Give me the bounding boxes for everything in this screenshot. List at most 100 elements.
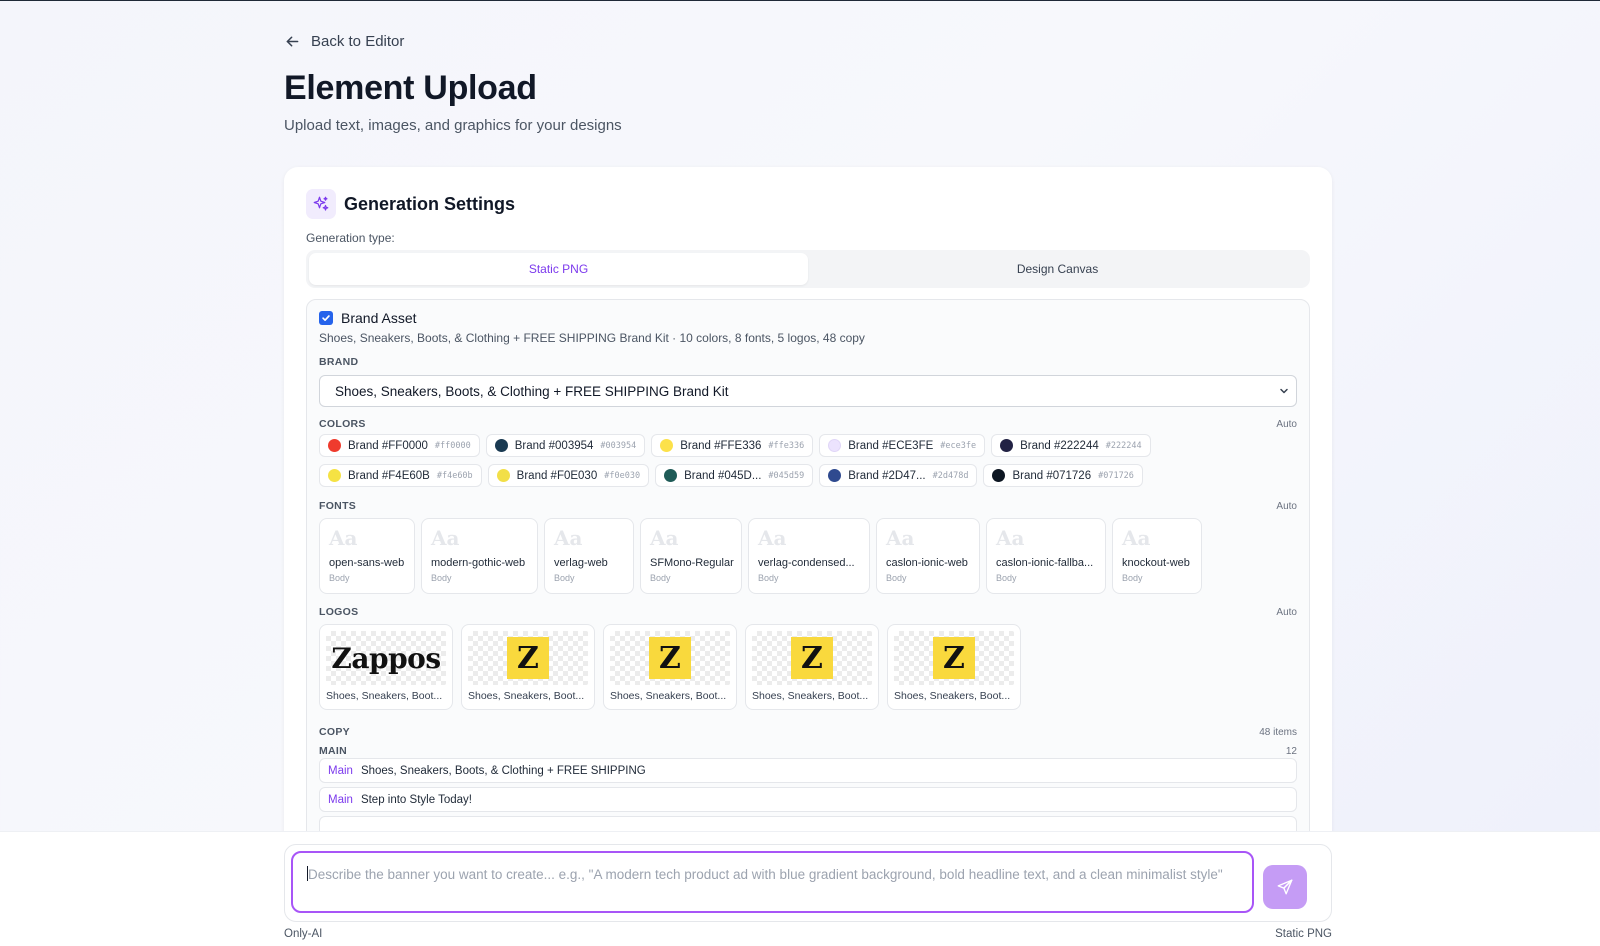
prompt-bar: Describe the banner you want to create..…: [0, 831, 1600, 946]
font-name: caslon-ionic-web: [886, 557, 968, 569]
color-swatch: [328, 469, 341, 482]
font-name: open-sans-web: [329, 557, 405, 569]
font-name: caslon-ionic-fallba...: [996, 557, 1094, 569]
color-chip[interactable]: Brand #045D... #045d59: [655, 464, 814, 487]
font-role: Body: [431, 573, 452, 583]
font-sample: Aa: [431, 526, 460, 550]
logo-card[interactable]: Z Shoes, Sneakers, Boot...: [461, 624, 595, 710]
colors-mode: Auto: [1276, 419, 1297, 430]
page-title: Element Upload: [284, 69, 537, 107]
color-swatch: [328, 439, 341, 452]
color-chip[interactable]: Brand #ECE3FE #ece3fe: [819, 434, 986, 457]
zappos-z-logo: Z: [791, 637, 833, 679]
logo-card[interactable]: Z Shoes, Sneakers, Boot...: [745, 624, 879, 710]
font-role: Body: [650, 573, 671, 583]
copy-item[interactable]: Main Step into Style Today!: [319, 787, 1297, 812]
font-role: Body: [1122, 573, 1143, 583]
font-name: verlag-condensed...: [758, 557, 855, 569]
copy-tag: Main: [328, 764, 353, 777]
color-name: Brand #F4E60B: [348, 469, 430, 482]
font-sample: Aa: [996, 526, 1025, 550]
color-name: Brand #045D...: [684, 469, 762, 482]
logo-name: Shoes, Sneakers, Boot...: [326, 690, 443, 702]
logo-thumbnail: Z: [468, 631, 588, 685]
colors-label: COLORS: [319, 418, 366, 430]
logo-thumbnail: Z: [610, 631, 730, 685]
logo-card[interactable]: Zappos Shoes, Sneakers, Boot...: [319, 624, 453, 710]
color-chip[interactable]: Brand #222244 #222244: [991, 434, 1151, 457]
color-name: Brand #071726: [1012, 469, 1092, 482]
font-role: Body: [996, 573, 1017, 583]
color-swatch: [828, 439, 842, 452]
sparkles-icon: [306, 189, 336, 219]
brand-asset-label: Brand Asset: [341, 310, 417, 326]
tab-design-canvas[interactable]: Design Canvas: [808, 253, 1307, 285]
font-card[interactable]: Aa verlag-web Body: [544, 518, 634, 594]
color-chip[interactable]: Brand #071726 #071726: [983, 464, 1143, 487]
font-card[interactable]: Aa verlag-condensed... Body: [748, 518, 870, 594]
font-name: modern-gothic-web: [431, 557, 526, 569]
logo-name: Shoes, Sneakers, Boot...: [468, 690, 585, 702]
color-chip[interactable]: Brand #2D47... #2d478d: [819, 464, 978, 487]
font-card[interactable]: Aa modern-gothic-web Body: [421, 518, 538, 594]
send-icon: [1277, 879, 1293, 895]
brand-asset-toggle[interactable]: Brand Asset: [319, 310, 417, 326]
color-name: Brand #222244: [1020, 439, 1099, 452]
zappos-z-logo: Z: [649, 637, 691, 679]
prompt-input[interactable]: Describe the banner you want to create..…: [291, 851, 1254, 913]
color-name: Brand #003954: [514, 439, 594, 452]
chevron-down-icon: [1280, 388, 1288, 394]
font-role: Body: [329, 573, 350, 583]
color-chip[interactable]: Brand #FFE336 #ffe336: [651, 434, 814, 457]
color-chip[interactable]: Brand #F4E60B #f4e60b: [319, 464, 482, 487]
logos-row: Zappos Shoes, Sneakers, Boot... Z Shoes,…: [319, 624, 1021, 710]
color-hex: #f4e60b: [436, 470, 473, 481]
generation-type-label: Generation type:: [306, 231, 395, 245]
color-hex: #ff0000: [434, 440, 471, 451]
font-card[interactable]: Aa caslon-ionic-web Body: [876, 518, 980, 594]
logos-mode: Auto: [1276, 607, 1297, 618]
tab-static-png[interactable]: Static PNG: [309, 253, 808, 285]
color-hex: #045d59: [768, 470, 805, 481]
colors-row-1: Brand #FF0000 #ff0000 Brand #003954 #00395…: [319, 434, 1151, 457]
color-swatch: [494, 439, 508, 452]
color-hex: #003954: [600, 440, 637, 451]
color-hex: #ece3fe: [940, 440, 977, 451]
color-hex: #f0e030: [604, 470, 641, 481]
mode-label: Only-AI: [284, 928, 323, 940]
generation-type-toggle: Static PNG Design Canvas: [306, 250, 1310, 288]
color-chip[interactable]: Brand #003954 #003954: [485, 434, 646, 457]
brand-select[interactable]: Shoes, Sneakers, Boots, & Clothing + FRE…: [319, 375, 1297, 407]
font-card[interactable]: Aa SFMono-Regular Body: [640, 518, 742, 594]
brand-label: BRAND: [319, 356, 359, 368]
copy-label: COPY: [319, 726, 350, 738]
color-chip[interactable]: Brand #F0E030 #f0e030: [487, 464, 650, 487]
logo-card[interactable]: Z Shoes, Sneakers, Boot...: [887, 624, 1021, 710]
prompt-container: Describe the banner you want to create..…: [284, 844, 1332, 922]
logo-card[interactable]: Z Shoes, Sneakers, Boot...: [603, 624, 737, 710]
color-hex: #071726: [1098, 470, 1134, 481]
brand-asset-checkbox[interactable]: [319, 311, 333, 325]
color-name: Brand #FF0000: [348, 439, 428, 452]
back-to-editor-link[interactable]: Back to Editor: [284, 33, 404, 50]
logo-name: Shoes, Sneakers, Boot...: [894, 690, 1011, 702]
color-name: Brand #F0E030: [516, 469, 598, 482]
zappos-wordmark-logo: Zappos: [331, 641, 441, 675]
font-card[interactable]: Aa caslon-ionic-fallba... Body: [986, 518, 1106, 594]
output-type-label: Static PNG: [1275, 928, 1332, 940]
send-button[interactable]: [1263, 865, 1307, 909]
font-card[interactable]: Aa knockout-web Body: [1112, 518, 1202, 594]
color-swatch: [660, 439, 674, 452]
color-swatch: [828, 469, 842, 482]
font-role: Body: [554, 573, 575, 583]
font-name: SFMono-Regular: [650, 557, 734, 569]
font-card[interactable]: Aa open-sans-web Body: [319, 518, 415, 594]
font-sample: Aa: [554, 526, 583, 550]
color-chip[interactable]: Brand #FF0000 #ff0000: [319, 434, 480, 457]
color-hex: #222244: [1105, 440, 1142, 451]
font-sample: Aa: [1122, 526, 1151, 550]
font-sample: Aa: [650, 526, 679, 550]
copy-item[interactable]: Main Shoes, Sneakers, Boots, & Clothing +…: [319, 758, 1297, 783]
colors-row-2: Brand #F4E60B #f4e60b Brand #F0E030 #f0e03…: [319, 464, 1143, 487]
copy-group-count: 12: [1285, 746, 1297, 757]
